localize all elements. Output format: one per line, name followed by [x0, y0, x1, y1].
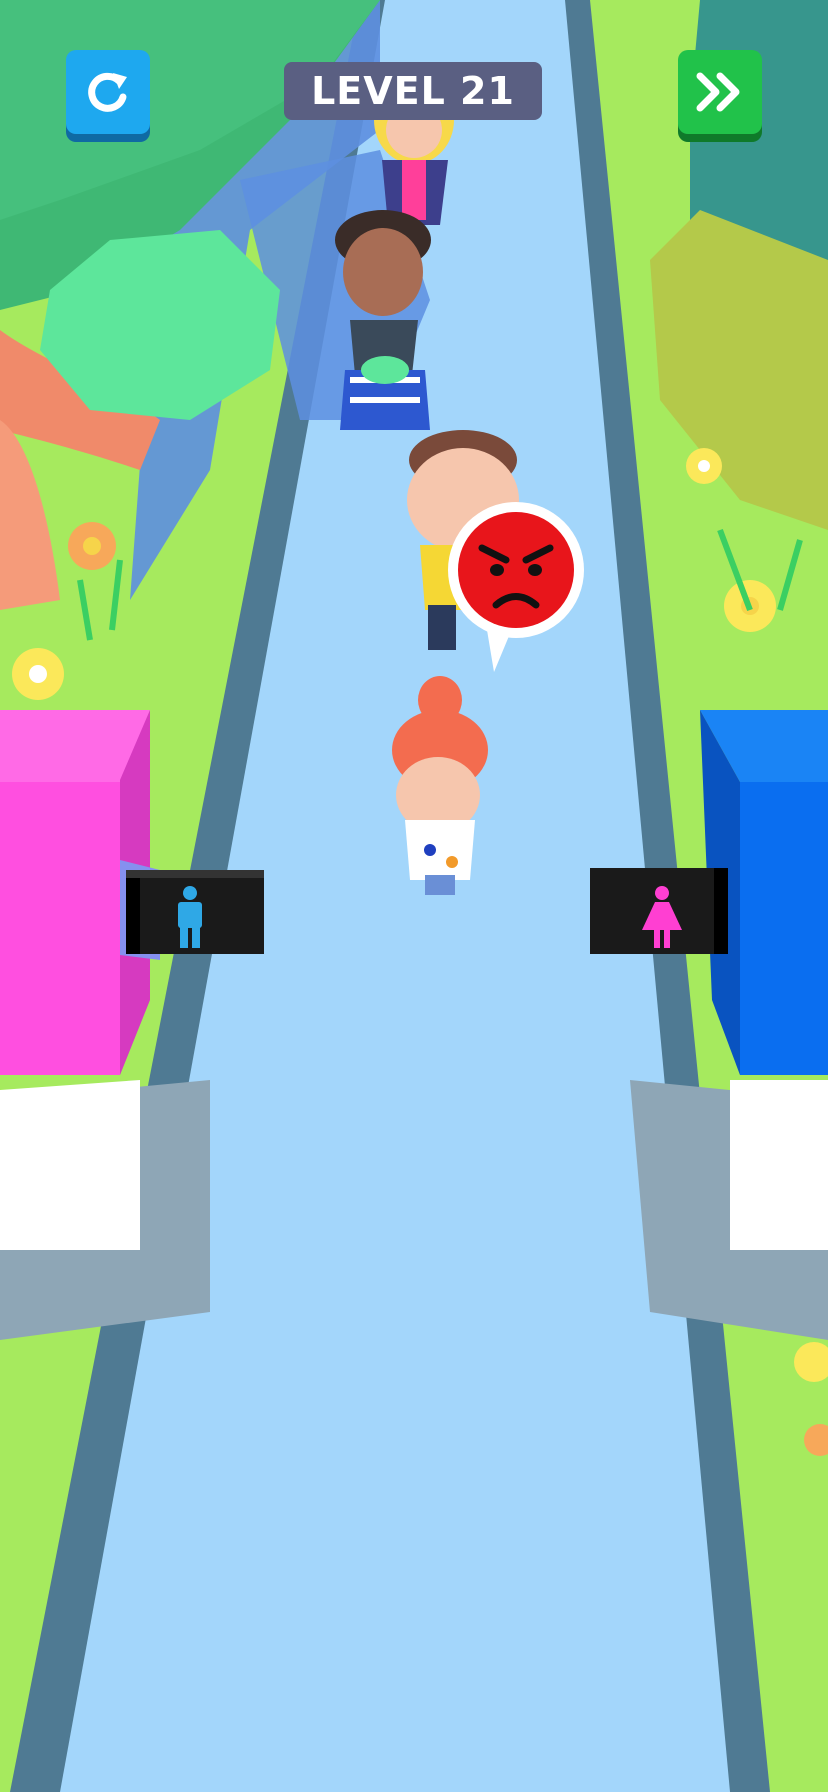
angry-face-icon — [458, 512, 574, 628]
female-restroom-sign — [590, 868, 728, 954]
fast-forward-icon — [696, 72, 740, 112]
game-scene — [0, 0, 828, 1792]
male-restroom-sign — [126, 870, 264, 954]
skip-level-button[interactable] — [678, 50, 762, 134]
level-label: LEVEL 21 — [311, 69, 515, 113]
restart-icon — [88, 72, 127, 112]
restart-button[interactable] — [66, 50, 150, 134]
level-indicator: LEVEL 21 — [284, 62, 542, 120]
